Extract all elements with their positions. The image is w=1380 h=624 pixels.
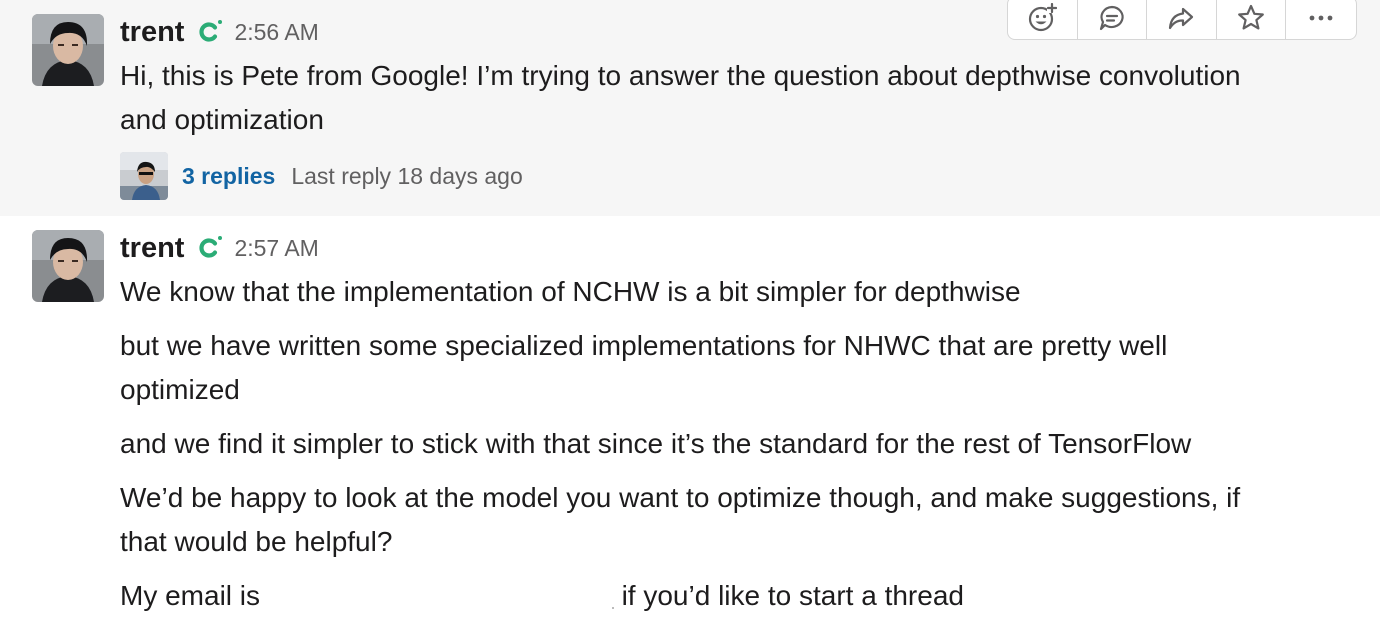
user-avatar[interactable] xyxy=(32,230,104,302)
email-line-prefix: My email is xyxy=(120,580,268,611)
message-timestamp[interactable]: 2:57 AM xyxy=(234,235,318,262)
comment-icon xyxy=(1099,5,1124,31)
user-avatar[interactable] xyxy=(32,14,104,86)
more-actions-button[interactable] xyxy=(1286,0,1356,39)
email-line: My email is if you’d like to start a thr… xyxy=(120,574,964,618)
emoji-add-icon xyxy=(1029,3,1058,32)
reply-count-link[interactable]: 3 replies xyxy=(182,163,275,190)
message-actions-toolbar xyxy=(1007,0,1357,40)
redacted-email xyxy=(268,604,614,609)
author-name[interactable]: trent xyxy=(120,232,184,265)
start-thread-button[interactable] xyxy=(1078,0,1148,39)
more-dots-icon xyxy=(1309,15,1333,21)
message-text-line: and we find it simpler to stick with tha… xyxy=(120,428,1192,459)
message-header: trent 2:56 AM xyxy=(120,14,319,50)
thread-summary[interactable]: 3 replies Last reply 18 days ago xyxy=(120,152,523,200)
last-reply-time: Last reply 18 days ago xyxy=(291,162,523,189)
message-item[interactable]: trent 2:56 AM Hi, this is Pete from Goog… xyxy=(0,0,1380,216)
message-text-line: We’d be happy to look at the model you w… xyxy=(120,482,1241,513)
message-item[interactable]: trent 2:57 AM We know that the implement… xyxy=(0,216,1380,624)
message-text-line: that would be helpful? xyxy=(120,526,393,557)
share-arrow-icon xyxy=(1169,7,1194,30)
message-text-line: optimized xyxy=(120,374,240,405)
app-c-icon[interactable] xyxy=(196,234,224,262)
author-name[interactable]: trent xyxy=(120,16,184,49)
message-timestamp[interactable]: 2:56 AM xyxy=(234,19,318,46)
reply-avatar xyxy=(120,152,168,200)
message-text-line: but we have written some specialized imp… xyxy=(120,330,1168,361)
add-reaction-button[interactable] xyxy=(1008,0,1078,39)
message-text-line: and optimization xyxy=(120,104,324,135)
message-text-line: We know that the implementation of NCHW … xyxy=(120,276,1021,307)
message-header: trent 2:57 AM xyxy=(120,230,319,266)
app-c-icon[interactable] xyxy=(196,18,224,46)
save-message-button[interactable] xyxy=(1217,0,1287,39)
star-icon xyxy=(1238,4,1264,30)
email-line-suffix: if you’d like to start a thread xyxy=(613,580,964,611)
message-text-line: Hi, this is Pete from Google! I’m trying… xyxy=(120,60,1241,91)
share-message-button[interactable] xyxy=(1147,0,1217,39)
